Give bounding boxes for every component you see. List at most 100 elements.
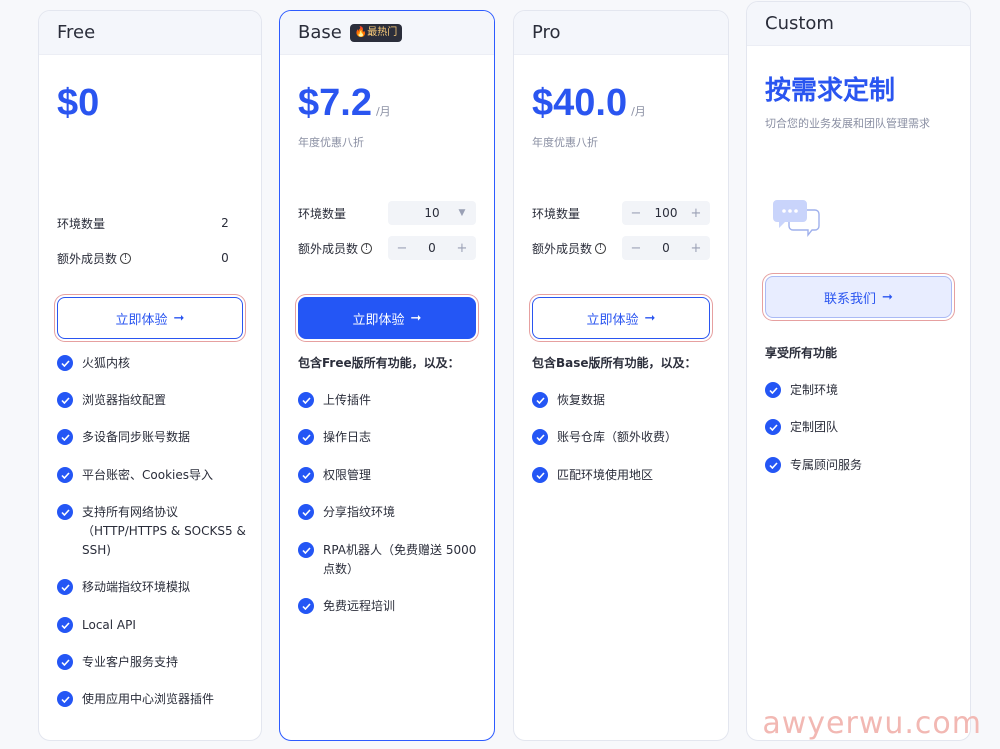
plan-header: Free — [39, 11, 261, 55]
feature-text: 火狐内核 — [82, 356, 131, 370]
includes-heading: 享受所有功能 — [765, 346, 838, 360]
plan-price: $7.2 — [298, 82, 372, 124]
check-circle-icon — [57, 429, 73, 445]
check-circle-icon — [57, 504, 73, 520]
check-circle-icon — [298, 467, 314, 483]
info-icon[interactable]: ! — [361, 242, 373, 254]
member-count-row: 额外成员数 ! 0 — [57, 246, 243, 270]
feature-text: 专属顾问服务 — [790, 458, 863, 472]
env-count-label: 环境数量 — [57, 216, 106, 231]
feature-item: 账号仓库（额外收费） — [532, 428, 714, 447]
try-now-label: 立即体验 — [115, 312, 168, 328]
plus-icon[interactable]: + — [690, 206, 702, 221]
price-period: /月 — [631, 105, 646, 118]
try-now-button[interactable]: 立即体验 ➞ — [532, 297, 710, 339]
arrow-right-icon: ➞ — [882, 289, 893, 305]
plus-icon[interactable]: + — [690, 241, 702, 256]
feature-item: RPA机器人（免费赠送 5000 点数） — [298, 541, 480, 579]
feature-text: 多设备同步账号数据 — [82, 430, 191, 444]
env-count-value: 100 — [654, 206, 678, 220]
check-circle-icon — [765, 382, 781, 398]
check-circle-icon — [765, 457, 781, 473]
price-row: $7.2 /月 — [298, 81, 391, 125]
feature-text: 操作日志 — [323, 430, 372, 444]
minus-icon[interactable]: − — [396, 241, 408, 256]
check-circle-icon — [298, 392, 314, 408]
try-now-button[interactable]: 立即体验 ➞ — [57, 297, 243, 339]
feature-text: 定制团队 — [790, 420, 839, 434]
env-count-row: 环境数量 − 100 + — [532, 201, 710, 225]
check-circle-icon — [765, 419, 781, 435]
check-circle-icon — [57, 355, 73, 371]
check-circle-icon — [57, 392, 73, 408]
feature-text: Local API — [82, 618, 136, 632]
feature-item: 权限管理 — [298, 466, 480, 485]
check-circle-icon — [532, 467, 548, 483]
member-count-row: 额外成员数 ! − 0 + — [298, 236, 476, 260]
check-circle-icon — [57, 654, 73, 670]
feature-item: 移动端指纹环境模拟 — [57, 578, 247, 597]
feature-item: 多设备同步账号数据 — [57, 428, 247, 447]
feature-text: 使用应用中心浏览器插件 — [82, 692, 215, 706]
feature-text: 分享指纹环境 — [323, 505, 396, 519]
minus-icon[interactable]: − — [630, 206, 642, 221]
feature-item: 专业客户服务支持 — [57, 653, 247, 672]
env-count-label: 环境数量 — [532, 206, 581, 221]
member-count-label: 额外成员数 — [532, 241, 593, 256]
check-circle-icon — [57, 467, 73, 483]
chevron-down-icon[interactable]: ▼ — [456, 208, 468, 218]
plan-price: $40.0 — [532, 82, 628, 124]
check-circle-icon — [298, 504, 314, 520]
member-count-value: 0 — [221, 251, 229, 265]
feature-text: 匹配环境使用地区 — [557, 468, 654, 482]
feature-item: 平台账密、Cookies导入 — [57, 466, 247, 485]
plan-header: Base 🔥最热门 — [280, 11, 494, 55]
plan-price: $0 — [57, 82, 100, 124]
minus-icon[interactable]: − — [630, 241, 642, 256]
arrow-right-icon: ➞ — [644, 310, 656, 326]
chat-bubbles-icon — [773, 198, 821, 244]
member-count-stepper[interactable]: − 0 + — [622, 236, 710, 260]
includes-heading: 包含Free版所有功能，以及： — [298, 356, 460, 370]
contact-us-button[interactable]: 联系我们 ➞ — [765, 276, 952, 318]
feature-item: 分享指纹环境 — [298, 503, 480, 522]
plan-header: Custom — [747, 2, 970, 46]
feature-item: 上传插件 — [298, 391, 480, 410]
feature-item: 使用应用中心浏览器插件 — [57, 690, 247, 709]
check-circle-icon — [298, 598, 314, 614]
feature-item: 定制环境 — [765, 381, 956, 400]
info-icon[interactable]: ! — [595, 242, 607, 254]
member-count-label: 额外成员数 — [57, 251, 118, 266]
check-circle-icon — [57, 579, 73, 595]
feature-item: 支持所有网络协议（HTTP/HTTPS & SOCKS5 & SSH) — [57, 503, 247, 560]
feature-text: 浏览器指纹配置 — [82, 393, 167, 407]
feature-item: 定制团队 — [765, 418, 956, 437]
member-count-row: 额外成员数 ! − 0 + — [532, 236, 710, 260]
member-count-label: 额外成员数 — [298, 241, 359, 256]
feature-text: 账号仓库（额外收费） — [557, 430, 678, 444]
env-count-value: 2 — [221, 216, 229, 230]
plan-card-custom: Custom 按需求定制 切合您的业务发展和团队管理需求 联系我们 ➞ 享受所有… — [746, 1, 971, 741]
plan-card-base: Base 🔥最热门 $7.2 /月 年度优惠八折 环境数量 10 ▼ 额外成员数… — [279, 10, 495, 741]
custom-title: 按需求定制 — [765, 76, 896, 106]
feature-item: 浏览器指纹配置 — [57, 391, 247, 410]
try-now-button[interactable]: 立即体验 ➞ — [298, 297, 476, 339]
annual-discount: 年度优惠八折 — [532, 136, 598, 149]
feature-item: 火狐内核 — [57, 354, 247, 373]
price-row: $40.0 /月 — [532, 81, 646, 125]
env-count-select[interactable]: 10 ▼ — [388, 201, 476, 225]
feature-item: 恢复数据 — [532, 391, 714, 410]
env-count-value: 10 — [424, 206, 440, 220]
includes-heading: 包含Base版所有功能，以及： — [532, 356, 697, 370]
plus-icon[interactable]: + — [456, 241, 468, 256]
env-count-stepper[interactable]: − 100 + — [622, 201, 710, 225]
check-circle-icon — [298, 429, 314, 445]
watermark: awyerwu.com — [762, 706, 982, 741]
feature-item: 免费远程培训 — [298, 597, 480, 616]
plan-name: Custom — [765, 13, 834, 34]
env-count-row: 环境数量 10 ▼ — [298, 201, 476, 225]
member-count-stepper[interactable]: − 0 + — [388, 236, 476, 260]
try-now-label: 立即体验 — [352, 312, 405, 328]
info-icon[interactable]: ! — [120, 252, 132, 264]
feature-text: 支持所有网络协议（HTTP/HTTPS & SOCKS5 & SSH) — [82, 505, 246, 557]
